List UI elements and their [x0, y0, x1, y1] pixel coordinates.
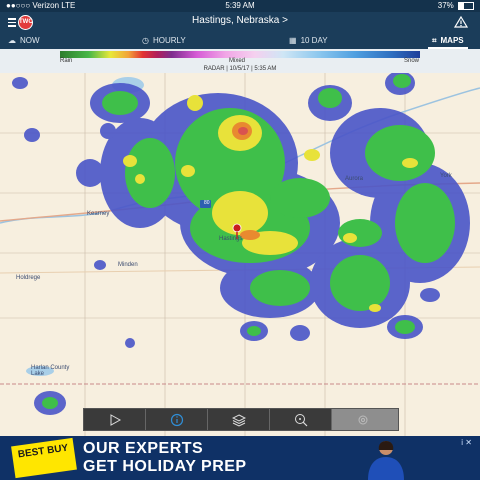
battery-percent: 37% — [437, 1, 454, 10]
layers-icon — [232, 414, 246, 427]
place-hastings: Hastings — [219, 236, 243, 242]
tab-maps-label: MAPS — [440, 36, 464, 45]
battery-status: 37% — [438, 0, 474, 12]
map-canvas — [0, 73, 480, 436]
zoom-button[interactable] — [270, 409, 332, 430]
settings-icon — [358, 415, 368, 425]
place-york: York — [440, 173, 452, 179]
battery-icon — [458, 1, 474, 10]
place-harlan-county-lake: Harlan County Lake — [31, 365, 70, 377]
info-icon — [170, 413, 184, 427]
radar-legend: Rain Mixed Snow RADAR | 10/5/17 | 5:35 A… — [0, 49, 480, 73]
radar-controls — [83, 408, 399, 431]
status-bar: ●●○○○ Verizon LTE 5:39 AM 37% — [0, 0, 480, 12]
location-title[interactable]: Hastings, Nebraska > — [0, 15, 480, 26]
place-minden: Minden — [118, 262, 138, 268]
clock: 5:39 AM — [225, 1, 255, 10]
tab-now[interactable]: ☁ NOW — [8, 32, 40, 49]
place-kearney: Kearney — [87, 211, 110, 217]
ad-line-1: OUR EXPERTS — [83, 440, 204, 457]
ad-line-2: GET HOLIDAY PREP — [83, 458, 247, 475]
clock-icon: ◷ — [142, 36, 149, 45]
ad-close-button[interactable]: i ✕ — [461, 438, 472, 447]
precip-color-scale — [60, 51, 420, 58]
ad-person-image — [368, 441, 404, 480]
ad-banner[interactable]: BEST BUY OUR EXPERTS GET HOLIDAY PREP i … — [0, 436, 480, 480]
alert-icon[interactable] — [454, 16, 468, 28]
radar-map[interactable]: 80 Kearney Minden Holdrege Hastings Auro… — [0, 73, 480, 436]
tab-hourly[interactable]: ◷ HOURLY — [142, 32, 186, 49]
settings-button[interactable] — [332, 409, 398, 430]
radar-timestamp: RADAR | 10/5/17 | 5:35 AM — [203, 66, 277, 72]
place-aurora: Aurora — [345, 176, 364, 182]
app-header: TWC Hastings, Nebraska > — [0, 12, 480, 32]
zoom-icon — [295, 414, 308, 427]
info-button[interactable] — [146, 409, 208, 430]
layers-button[interactable] — [208, 409, 270, 430]
calendar-icon: ▦ — [289, 36, 297, 45]
play-button[interactable] — [84, 409, 146, 430]
map-icon: ⌗ — [432, 36, 437, 45]
tab-now-label: NOW — [20, 36, 40, 45]
tab-bar: ☁ NOW ◷ HOURLY ▦ 10 DAY ⌗ MAPS — [0, 32, 480, 49]
tab-maps[interactable]: ⌗ MAPS — [428, 32, 468, 49]
legend-mixed-label: Mixed — [229, 58, 246, 64]
tab-hourly-label: HOURLY — [152, 36, 186, 45]
highway-shield: 80 — [204, 200, 210, 206]
ad-logo-text: BEST BUY — [17, 442, 69, 461]
tab-10-day[interactable]: ▦ 10 DAY — [289, 32, 328, 49]
best-buy-logo: BEST BUY — [11, 437, 77, 479]
ad-headline: OUR EXPERTS GET HOLIDAY PREP — [83, 440, 247, 476]
legend-snow-label: Snow — [404, 58, 420, 64]
tab-10-day-label: 10 DAY — [300, 36, 328, 45]
cloud-icon: ☁ — [8, 36, 16, 45]
play-icon — [110, 414, 122, 426]
place-holdrege: Holdrege — [16, 275, 41, 281]
legend-rain-label: Rain — [60, 58, 73, 64]
